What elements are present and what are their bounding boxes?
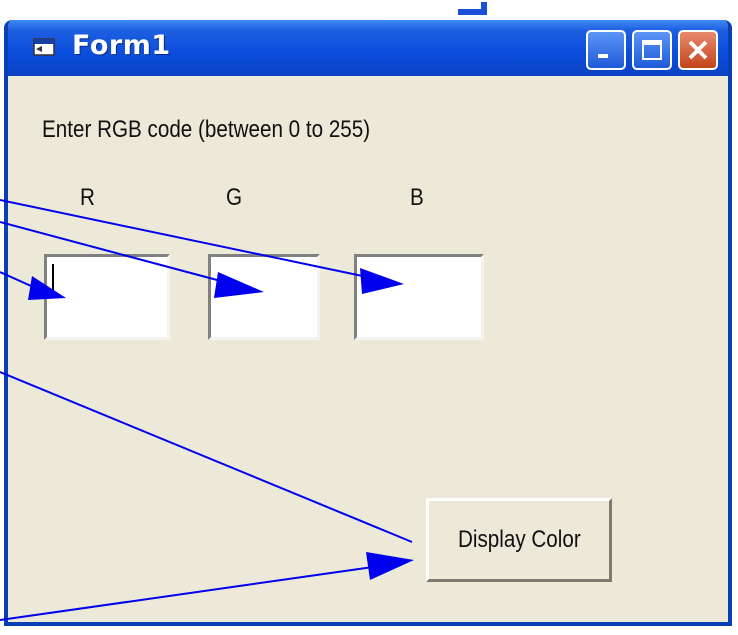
- text-cursor: [52, 264, 54, 298]
- r-label: R: [80, 184, 95, 211]
- minimize-button[interactable]: [586, 30, 626, 70]
- r-textbox[interactable]: [44, 254, 170, 340]
- title-bar[interactable]: Form1: [8, 20, 728, 76]
- b-label: B: [410, 184, 424, 211]
- display-color-button[interactable]: Display Color: [426, 498, 612, 582]
- minimize-icon: [598, 54, 608, 58]
- close-button[interactable]: [678, 30, 718, 70]
- g-textbox[interactable]: [208, 254, 320, 340]
- display-color-label: Display Color: [457, 526, 581, 553]
- window-title: Form1: [72, 30, 171, 61]
- form-icon: [33, 38, 55, 56]
- rgb-prompt-label: Enter RGB code (between 0 to 255): [42, 116, 371, 143]
- maximize-icon: [642, 40, 662, 60]
- close-icon: [688, 40, 708, 60]
- annotation-mark: [458, 2, 487, 15]
- b-textbox[interactable]: [354, 254, 484, 340]
- form-client-area: Enter RGB code (between 0 to 255) R G B …: [8, 76, 728, 622]
- g-label: G: [226, 184, 243, 211]
- maximize-button[interactable]: [632, 30, 672, 70]
- form1-window: Form1 Enter RGB code (between 0 to 255) …: [4, 20, 732, 626]
